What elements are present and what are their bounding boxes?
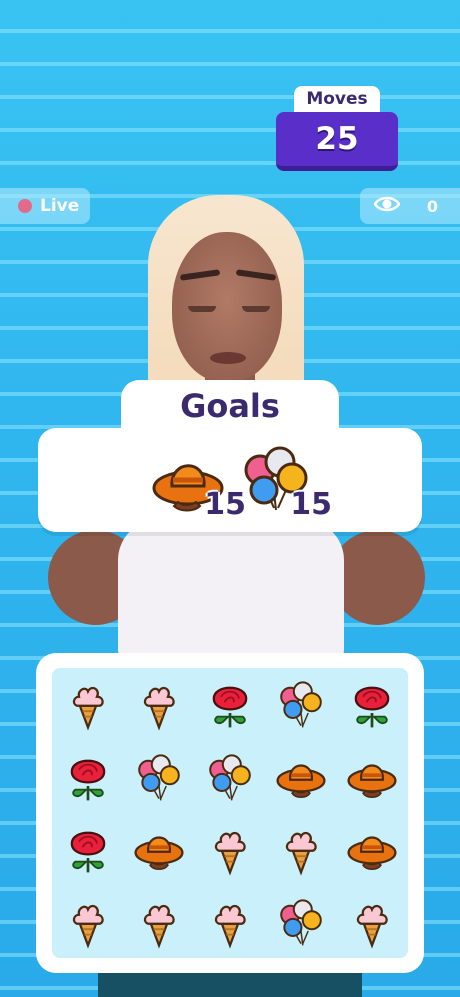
tile-rose[interactable] <box>52 741 123 814</box>
tile-balloons[interactable] <box>266 668 337 741</box>
tile-ice-cream[interactable] <box>123 886 194 959</box>
tile-cowboy-hat[interactable] <box>266 741 337 814</box>
tile-rose[interactable] <box>52 813 123 886</box>
ice-cream-icon <box>214 832 246 876</box>
tile-ice-cream[interactable] <box>194 886 265 959</box>
tile-grid <box>52 668 408 958</box>
goal-count: 15 <box>290 487 332 522</box>
tile-balloons[interactable] <box>123 741 194 814</box>
tile-cowboy-hat[interactable] <box>123 813 194 886</box>
viewer-count: 0 <box>360 188 460 224</box>
live-badge: Live <box>0 188 90 224</box>
rose-icon <box>355 686 390 728</box>
cowboy-hat-icon <box>276 764 326 798</box>
rose-icon <box>70 831 105 873</box>
eye-icon <box>373 195 401 217</box>
rose-icon <box>212 686 248 728</box>
tile-rose[interactable] <box>194 668 265 741</box>
balloons-icon <box>280 899 322 946</box>
goal-balloons: 15 <box>236 440 332 530</box>
tile-cowboy-hat[interactable] <box>337 813 408 886</box>
ice-cream-icon <box>72 687 104 731</box>
balloons-icon <box>280 681 322 728</box>
live-dot-icon <box>18 199 32 213</box>
ice-cream-icon <box>357 904 389 949</box>
goals-title: Goals <box>121 380 339 432</box>
balloons-icon <box>209 754 251 801</box>
moves-label: Moves <box>294 86 380 112</box>
ice-cream-icon <box>143 904 175 949</box>
tile-ice-cream[interactable] <box>194 813 265 886</box>
moves-counter: 25 <box>276 112 398 171</box>
tile-ice-cream[interactable] <box>52 886 123 959</box>
tile-ice-cream[interactable] <box>337 886 408 959</box>
tile-ice-cream[interactable] <box>123 668 194 741</box>
goal-cowboy-hat: 15 <box>150 440 246 530</box>
cowboy-hat-icon <box>134 836 184 871</box>
goals-panel: 15 15 <box>38 428 422 532</box>
ice-cream-icon <box>286 832 317 876</box>
tile-balloons[interactable] <box>194 741 265 814</box>
balloons-icon <box>137 754 180 801</box>
tile-ice-cream[interactable] <box>52 668 123 741</box>
ice-cream-icon <box>214 904 246 949</box>
cowboy-hat-icon <box>347 836 397 871</box>
ice-cream-icon <box>143 687 175 731</box>
tile-ice-cream[interactable] <box>266 813 337 886</box>
ice-cream-icon <box>72 904 104 949</box>
game-board <box>36 653 424 973</box>
tile-rose[interactable] <box>337 668 408 741</box>
live-label: Live <box>40 196 80 216</box>
viewer-count-value: 0 <box>426 196 438 216</box>
tile-cowboy-hat[interactable] <box>337 741 408 814</box>
tile-balloons[interactable] <box>266 886 337 959</box>
cowboy-hat-icon <box>347 764 397 798</box>
rose-icon <box>70 759 105 801</box>
